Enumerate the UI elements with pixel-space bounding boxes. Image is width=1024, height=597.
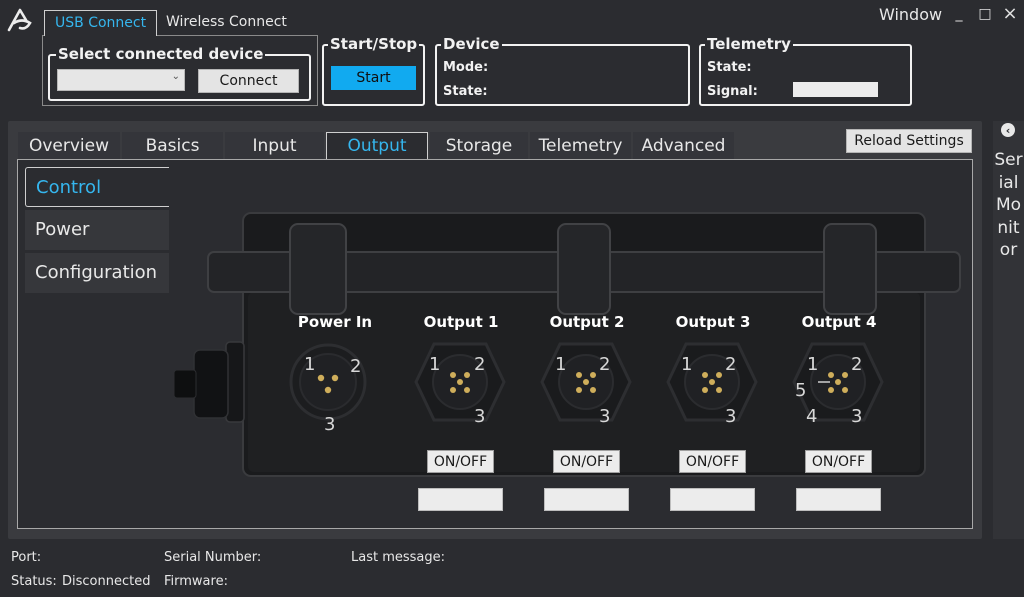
- device-state-label: State:: [443, 84, 488, 99]
- firmware-label: Firmware:: [164, 574, 228, 589]
- pin-label: 2: [350, 356, 362, 377]
- pin-label: 2: [599, 354, 611, 375]
- pin-label: 2: [851, 354, 863, 375]
- port-label: Port:: [11, 550, 42, 565]
- tab-input[interactable]: Input: [225, 132, 324, 159]
- tab-basics[interactable]: Basics: [122, 132, 223, 159]
- output-1-toggle-button[interactable]: ON/OFF: [427, 450, 494, 473]
- maximize-button[interactable]: □: [976, 6, 994, 22]
- telemetry-signal-label: Signal:: [707, 84, 758, 99]
- device-title: Device: [441, 35, 502, 53]
- pin-label: 5: [795, 380, 807, 401]
- pin-label: 1: [555, 354, 567, 375]
- status-label: Status:: [11, 574, 57, 589]
- pin-label: 3: [725, 406, 737, 427]
- serial-monitor-panel[interactable]: ‹ Serial Monitor: [993, 121, 1024, 539]
- port-label-output-2: Output 2: [549, 313, 625, 331]
- pin-label: 1: [681, 354, 693, 375]
- telemetry-state-label: State:: [707, 60, 752, 75]
- device-mode-label: Mode:: [443, 60, 489, 75]
- port-label-power-in: Power In: [297, 313, 373, 331]
- sidebar-item-configuration[interactable]: Configuration: [25, 253, 169, 293]
- last-message-label: Last message:: [351, 550, 446, 565]
- minimize-button[interactable]: _: [950, 6, 968, 22]
- pin-label: 3: [324, 414, 336, 435]
- device-dropdown[interactable]: ⌄: [57, 69, 185, 91]
- device-group: Device Mode: State:: [435, 35, 690, 106]
- window-menu[interactable]: Window: [879, 5, 942, 24]
- output-3-value-field: [670, 488, 755, 511]
- signal-indicator: [793, 82, 878, 97]
- serial-number-label: Serial Number:: [164, 550, 262, 565]
- output-1-value-field: [418, 488, 503, 511]
- pin-label: 3: [474, 406, 486, 427]
- pin-label: 2: [725, 354, 737, 375]
- serial-monitor-label[interactable]: Serial Monitor: [993, 149, 1024, 262]
- port-label-output-3: Output 3: [675, 313, 751, 331]
- status-value: Disconnected: [62, 574, 151, 589]
- sidebar-item-power[interactable]: Power: [25, 210, 169, 250]
- pin-label: 2: [474, 354, 486, 375]
- telemetry-title: Telemetry: [705, 35, 793, 53]
- chevron-down-icon: ⌄: [171, 71, 180, 82]
- pin-label: 4: [806, 406, 818, 427]
- port-label-output-4: Output 4: [801, 313, 877, 331]
- output-4-toggle-button[interactable]: ON/OFF: [805, 450, 872, 473]
- pin-label: 3: [851, 406, 863, 427]
- output-2-toggle-button[interactable]: ON/OFF: [553, 450, 620, 473]
- start-button[interactable]: Start: [331, 66, 416, 90]
- tab-wireless-connect[interactable]: Wireless Connect: [156, 10, 297, 36]
- pin-label: 3: [599, 406, 611, 427]
- chevron-left-icon[interactable]: ‹: [1001, 123, 1015, 137]
- tab-usb-connect[interactable]: USB Connect: [44, 10, 158, 36]
- tab-output[interactable]: Output: [326, 132, 428, 159]
- output-4-value-field: [796, 488, 881, 511]
- reload-settings-button[interactable]: Reload Settings: [846, 129, 972, 153]
- select-device-title: Select connected device: [56, 45, 266, 63]
- output-3-toggle-button[interactable]: ON/OFF: [679, 450, 746, 473]
- start-stop-title: Start/Stop: [328, 35, 420, 53]
- pin-label: 1: [807, 354, 819, 375]
- app-logo-icon: [7, 8, 32, 32]
- port-label-output-1: Output 1: [423, 313, 499, 331]
- pin-label: 1: [304, 354, 316, 375]
- tab-telemetry[interactable]: Telemetry: [530, 132, 631, 159]
- connect-button[interactable]: Connect: [198, 69, 299, 93]
- tab-overview[interactable]: Overview: [18, 132, 120, 159]
- output-2-value-field: [544, 488, 629, 511]
- device-box-illustration: [173, 212, 961, 477]
- sidebar-item-control[interactable]: Control: [25, 167, 169, 207]
- tab-advanced[interactable]: Advanced: [633, 132, 734, 159]
- close-button[interactable]: ×: [1001, 3, 1019, 24]
- tab-storage[interactable]: Storage: [430, 132, 528, 159]
- pin-label: 1: [429, 354, 441, 375]
